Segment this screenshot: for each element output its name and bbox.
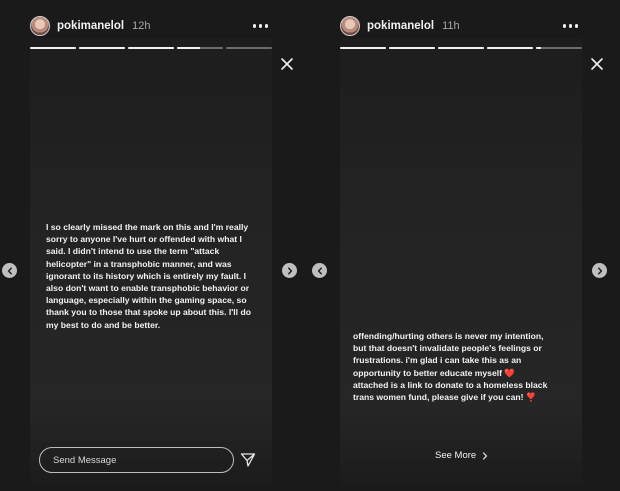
progress-segment bbox=[487, 47, 533, 49]
paper-plane-icon[interactable] bbox=[240, 452, 256, 468]
progress-segment bbox=[438, 47, 484, 49]
progress-segment bbox=[389, 47, 435, 49]
next-story-button[interactable] bbox=[282, 263, 297, 278]
timestamp: 11h bbox=[442, 20, 460, 32]
next-story-button[interactable] bbox=[592, 263, 607, 278]
progress-segment bbox=[30, 47, 76, 49]
story-header: pokimanelol 12h bbox=[30, 15, 272, 37]
chevron-right-icon bbox=[597, 266, 602, 275]
send-message-input[interactable]: Send Message bbox=[39, 447, 234, 473]
progress-segment bbox=[177, 47, 223, 49]
story-header: pokimanelol 11h bbox=[340, 15, 582, 37]
chevron-left-icon bbox=[317, 266, 322, 275]
send-message-placeholder: Send Message bbox=[53, 454, 117, 466]
progress-segment bbox=[226, 47, 272, 49]
progress-segment bbox=[536, 47, 582, 49]
timestamp: 12h bbox=[132, 20, 151, 32]
more-options-icon[interactable] bbox=[252, 24, 268, 28]
story-progress-bar bbox=[340, 47, 582, 49]
story-panel-right: pokimanelol 11h bbox=[310, 0, 620, 491]
close-icon[interactable] bbox=[590, 57, 604, 71]
story-panel-left: pokimanelol 12h I so clearly missed the … bbox=[0, 0, 310, 491]
close-icon[interactable] bbox=[280, 57, 294, 71]
previous-story-button[interactable] bbox=[2, 263, 17, 278]
chevron-right-icon bbox=[287, 266, 292, 275]
bottom-gradient bbox=[340, 400, 582, 485]
chevron-left-icon bbox=[7, 266, 12, 275]
avatar[interactable] bbox=[340, 16, 360, 36]
story-text: offending/hurting others is never my int… bbox=[353, 331, 548, 403]
chevron-right-icon bbox=[483, 451, 488, 460]
avatar[interactable] bbox=[30, 16, 50, 36]
more-options-icon[interactable] bbox=[562, 24, 578, 28]
story-text: I so clearly missed the mark on this and… bbox=[46, 222, 251, 330]
previous-story-button[interactable] bbox=[312, 263, 327, 278]
username[interactable]: pokimanelol bbox=[57, 20, 124, 32]
progress-segment bbox=[79, 47, 125, 49]
progress-segment bbox=[340, 47, 386, 49]
story-progress-bar bbox=[30, 47, 272, 49]
progress-segment bbox=[128, 47, 174, 49]
see-more-label: See More bbox=[435, 450, 477, 461]
username[interactable]: pokimanelol bbox=[367, 20, 434, 32]
see-more-link[interactable]: See More bbox=[435, 450, 488, 461]
